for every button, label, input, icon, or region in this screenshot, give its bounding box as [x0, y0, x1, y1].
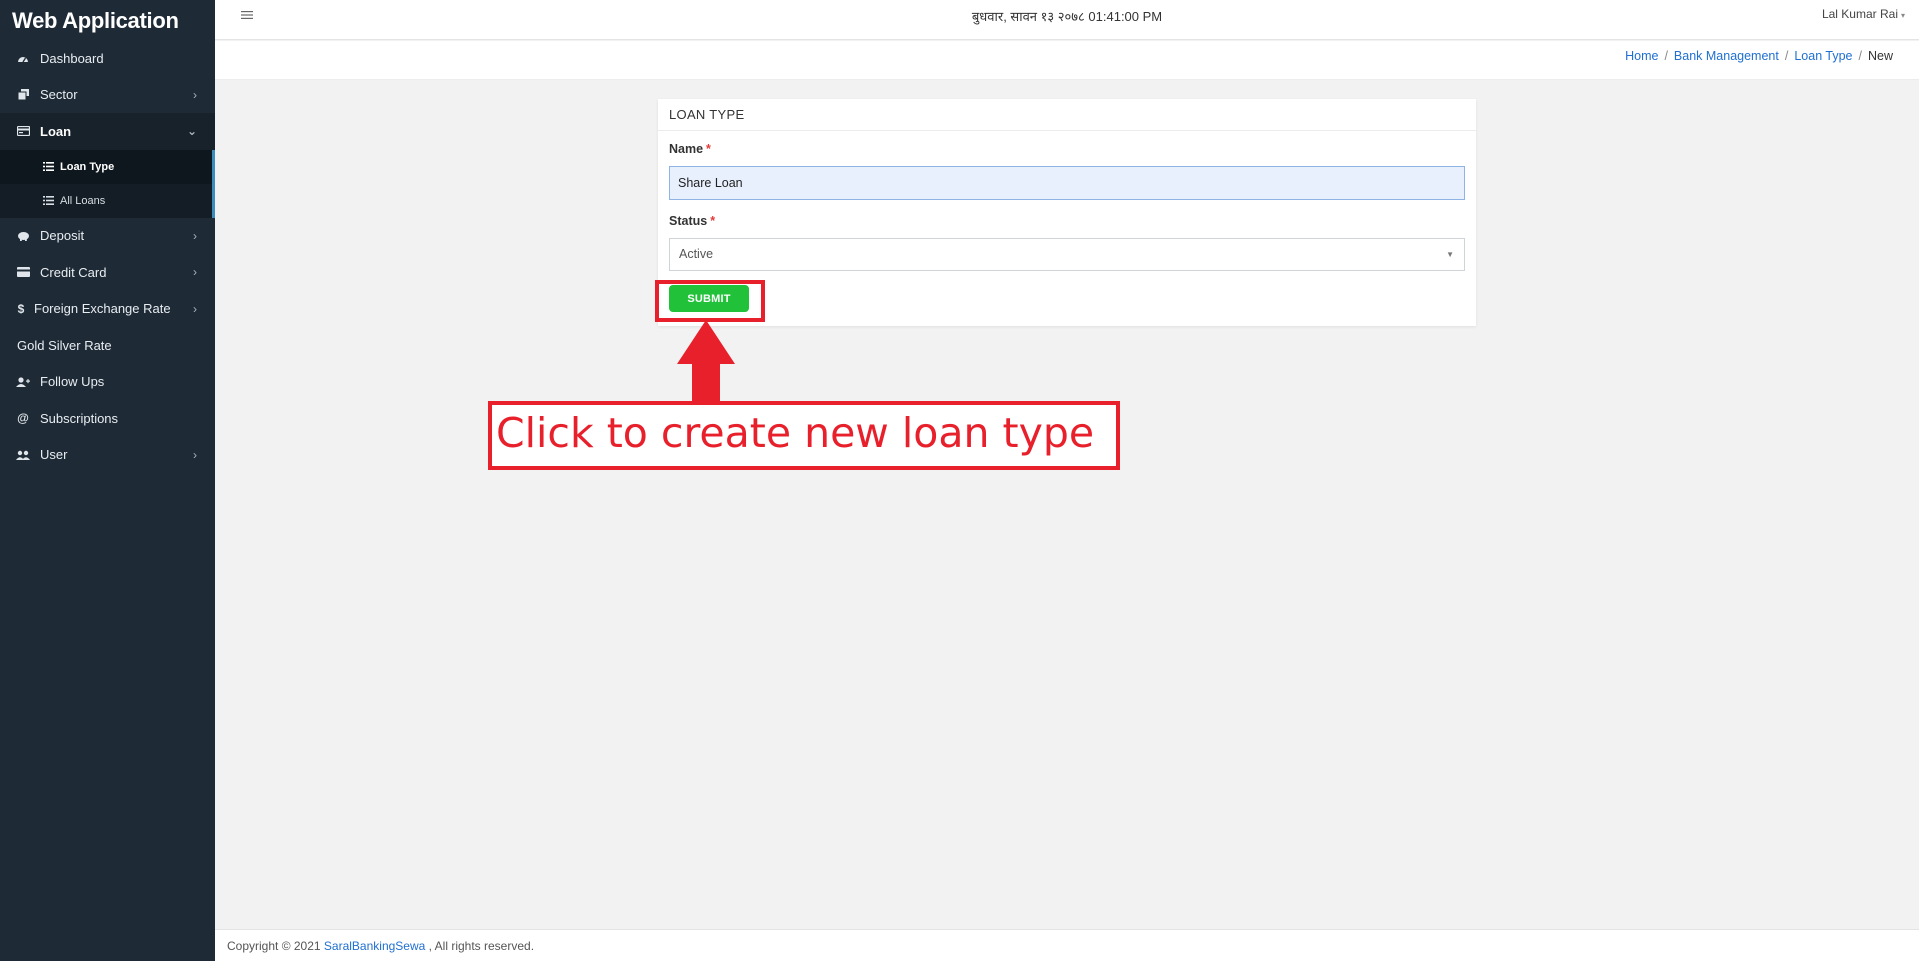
- sidebar-item-foreign-exchange-rate[interactable]: $ Foreign Exchange Rate ›: [0, 291, 215, 328]
- sidebar-item-label: Loan: [40, 123, 72, 139]
- chevron-right-icon: ›: [193, 265, 197, 280]
- name-input[interactable]: Share Loan: [669, 166, 1465, 200]
- sidebar-item-deposit[interactable]: Deposit ›: [0, 218, 215, 255]
- annotation-callout: Click to create new loan type: [488, 401, 1120, 470]
- status-select[interactable]: Active ▼: [669, 238, 1465, 271]
- sidebar-item-gold-silver-rate[interactable]: Gold Silver Rate: [0, 327, 215, 364]
- at-icon: @: [17, 411, 29, 426]
- sector-icon: [16, 89, 30, 101]
- breadcrumb-separator: /: [1784, 49, 1789, 63]
- breadcrumb-home[interactable]: Home: [1625, 49, 1658, 63]
- sidebar-item-label: Follow Ups: [40, 374, 105, 390]
- breadcrumb-loan-type[interactable]: Loan Type: [1794, 49, 1852, 63]
- users-icon: [16, 450, 30, 460]
- chevron-right-icon: ›: [193, 447, 197, 462]
- sidebar-item-credit-card[interactable]: Credit Card ›: [0, 254, 215, 291]
- caret-down-icon: ▾: [1900, 11, 1905, 20]
- card-title: LOAN TYPE: [658, 99, 1476, 131]
- breadcrumb-separator: /: [1664, 49, 1668, 63]
- sidebar-item-sector[interactable]: Sector ›: [0, 77, 215, 114]
- list-icon: [43, 162, 54, 171]
- user-plus-icon: [16, 377, 30, 387]
- dashboard-icon: [16, 53, 30, 63]
- status-label-text: Status: [669, 214, 708, 228]
- status-selected-value: Active: [679, 247, 714, 261]
- footer-copyright: Copyright © 2021: [227, 939, 321, 953]
- sidebar-subitem-label: Loan Type: [60, 160, 115, 173]
- piggy-bank-icon: [16, 231, 30, 241]
- footer-rights: , All rights reserved.: [428, 939, 535, 953]
- name-label-text: Name: [669, 142, 704, 156]
- app-brand: Web Application: [12, 8, 179, 33]
- dollar-icon: $: [17, 301, 25, 316]
- breadcrumb: Home / Bank Management / Loan Type / New: [1625, 49, 1893, 63]
- sidebar-item-label: Gold Silver Rate: [17, 337, 112, 353]
- chevron-right-icon: ›: [193, 301, 197, 316]
- sidebar-item-label: User: [40, 447, 68, 463]
- name-label: Name *: [669, 142, 711, 156]
- chevron-right-icon: ›: [193, 87, 197, 102]
- sidebar-subitem-label: All Loans: [60, 194, 106, 207]
- chevron-down-icon: ⌄: [186, 124, 197, 139]
- user-name: Lal Kumar Rai: [1821, 7, 1898, 21]
- sidebar-item-label: Sector: [40, 87, 78, 103]
- submit-highlight-box: [655, 280, 765, 322]
- loan-icon: [16, 126, 30, 137]
- list-icon: [43, 196, 54, 205]
- footer-link[interactable]: SaralBankingSewa: [324, 939, 425, 953]
- sidebar-item-label: Foreign Exchange Rate: [34, 301, 171, 317]
- current-datetime: बुधवार, सावन १३ २०७८ 01:41:00 PM: [971, 9, 1163, 24]
- sidebar-item-label: Dashboard: [40, 50, 104, 66]
- loan-submenu: Loan Type All Loans: [0, 149, 215, 218]
- up-arrow-icon: [677, 320, 735, 404]
- caret-down-icon: ▼: [1446, 250, 1454, 259]
- footer: Copyright © 2021 SaralBankingSewa , All …: [215, 929, 1919, 961]
- credit-card-icon: [16, 267, 30, 278]
- chevron-right-icon: ›: [193, 228, 197, 243]
- topbar: बुधवार, सावन १३ २०७८ 01:41:00 PM Lal Kum…: [215, 0, 1919, 40]
- required-mark: *: [710, 214, 716, 228]
- breadcrumb-separator: /: [1858, 49, 1862, 63]
- sidebar-item-follow-ups[interactable]: Follow Ups: [0, 364, 215, 401]
- sidebar-item-label: Credit Card: [40, 264, 107, 280]
- sidebar-item-label: Deposit: [40, 228, 85, 244]
- sidebar-item-loan-type[interactable]: Loan Type: [0, 149, 212, 184]
- sidebar-item-loan[interactable]: Loan ⌄: [0, 113, 215, 150]
- loan-type-card: LOAN TYPE Name * Share Loan Status * Activ…: [658, 99, 1476, 326]
- sidebar-item-dashboard[interactable]: Dashboard: [0, 40, 215, 77]
- sidebar-item-subscriptions[interactable]: @ Subscriptions: [0, 400, 215, 437]
- sidebar-item-all-loans[interactable]: All Loans: [0, 184, 212, 218]
- breadcrumb-bar: Home / Bank Management / Loan Type / New: [215, 41, 1919, 80]
- sidebar-item-user[interactable]: User ›: [0, 437, 215, 474]
- sidebar-item-label: Subscriptions: [40, 410, 119, 426]
- required-mark: *: [706, 142, 711, 156]
- status-label: Status *: [669, 214, 715, 228]
- breadcrumb-current: New: [1867, 49, 1893, 63]
- user-menu[interactable]: Lal Kumar Rai ▾: [1822, 7, 1905, 21]
- breadcrumb-bank-management[interactable]: Bank Management: [1674, 49, 1779, 63]
- sidebar: Web Application Dashboard Sector › Loan …: [0, 0, 215, 961]
